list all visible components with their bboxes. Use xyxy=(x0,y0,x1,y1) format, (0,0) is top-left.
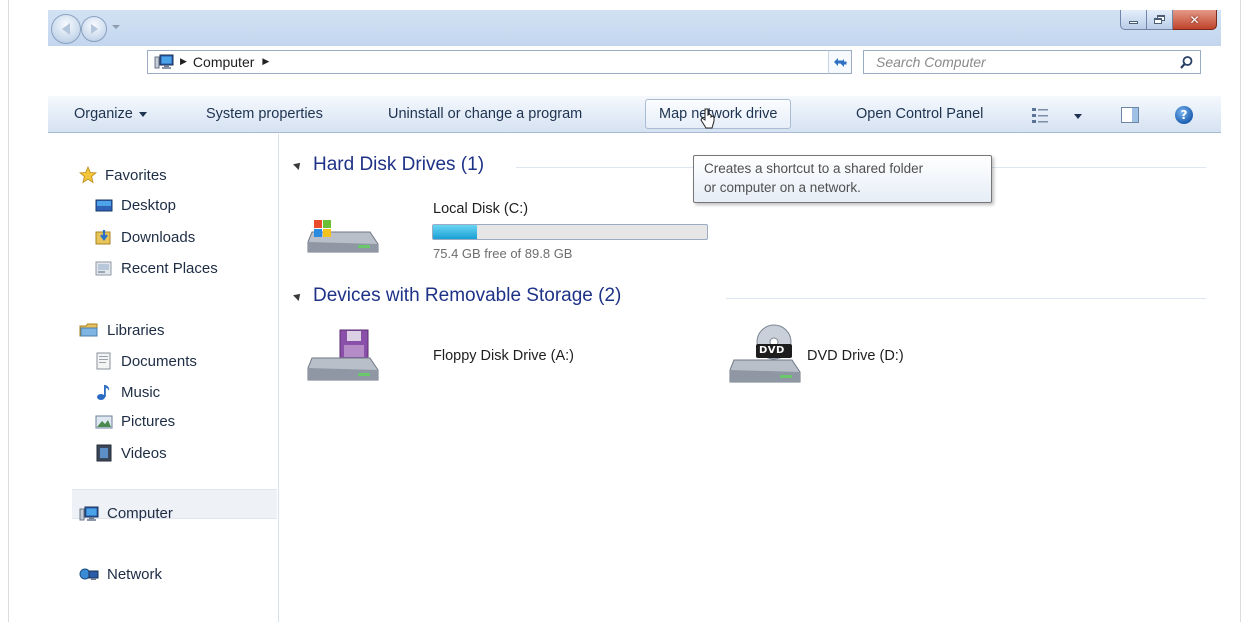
capacity-bar-fill xyxy=(433,225,477,239)
recent-pages-dropdown[interactable] xyxy=(112,25,120,29)
nav-computer[interactable]: Computer xyxy=(79,505,173,522)
map-network-drive-button[interactable]: Map network drive xyxy=(645,99,792,129)
address-bar[interactable]: ▶ Computer ▶ xyxy=(147,50,852,74)
nav-network[interactable]: Network xyxy=(79,566,162,583)
nav-favorites-label: Favorites xyxy=(105,166,167,184)
nav-documents-label: Documents xyxy=(121,352,197,370)
capacity-bar xyxy=(432,224,708,240)
close-icon: ✕ xyxy=(1189,12,1200,27)
maximize-button[interactable] xyxy=(1147,10,1173,30)
mouse-pointer-icon xyxy=(700,108,715,129)
collapse-triangle-icon xyxy=(293,291,303,301)
network-icon xyxy=(79,568,99,580)
nav-videos[interactable]: Videos xyxy=(95,444,167,462)
nav-recent-places-label: Recent Places xyxy=(121,259,218,277)
nav-documents[interactable]: Documents xyxy=(95,352,197,370)
videos-icon xyxy=(96,444,112,462)
nav-music[interactable]: Music xyxy=(95,383,160,401)
organize-label: Organize xyxy=(74,106,133,122)
system-properties-label: System properties xyxy=(206,106,323,122)
nav-desktop-label: Desktop xyxy=(121,197,177,214)
refresh-button[interactable] xyxy=(828,50,852,74)
forward-button[interactable] xyxy=(81,16,107,42)
search-box[interactable]: Search Computer xyxy=(863,50,1201,74)
computer-icon xyxy=(79,506,99,521)
title-bar: ✕ xyxy=(48,10,1221,46)
group-divider xyxy=(726,298,1206,299)
preview-pane-icon[interactable] xyxy=(1121,107,1139,123)
forward-arrow-icon xyxy=(90,24,98,34)
group-header-label: Hard Disk Drives (1) xyxy=(313,154,485,175)
dvd-badge: DVD xyxy=(759,345,785,356)
nav-videos-label: Videos xyxy=(121,444,167,462)
refresh-icon xyxy=(834,58,847,67)
libraries-icon xyxy=(79,323,98,337)
floppy-drive-icon xyxy=(307,329,379,381)
open-control-panel-label: Open Control Panel xyxy=(856,106,984,122)
nav-network-label: Network xyxy=(107,566,163,583)
nav-desktop[interactable]: Desktop xyxy=(95,197,176,214)
nav-favorites[interactable]: Favorites xyxy=(79,166,167,184)
views-dropdown-icon[interactable] xyxy=(1074,114,1082,119)
page-right-border xyxy=(1240,0,1241,622)
uninstall-program-button[interactable]: Uninstall or change a program xyxy=(388,96,582,132)
back-arrow-icon xyxy=(62,23,70,35)
computer-icon xyxy=(154,54,174,69)
navigation-pane: Favorites Desktop Downloads Recent Place… xyxy=(48,134,279,622)
uninstall-program-label: Uninstall or change a program xyxy=(388,106,583,122)
minimize-icon xyxy=(1129,21,1138,24)
search-input[interactable]: Search Computer xyxy=(876,54,986,70)
nav-pictures[interactable]: Pictures xyxy=(95,413,175,430)
nav-downloads-label: Downloads xyxy=(121,228,196,246)
breadcrumb-separator-end[interactable]: ▶ xyxy=(262,57,269,67)
system-properties-button[interactable]: System properties xyxy=(206,96,323,132)
documents-icon xyxy=(96,352,111,370)
nav-music-label: Music xyxy=(121,383,161,401)
page-left-border xyxy=(8,0,9,622)
tooltip-map-network-drive: Creates a shortcut to a shared folder or… xyxy=(693,155,992,203)
close-button[interactable]: ✕ xyxy=(1173,10,1217,30)
music-note-icon xyxy=(97,385,110,400)
restore-icon xyxy=(1153,14,1166,25)
tooltip-line-1: Creates a shortcut to a shared folder xyxy=(704,161,924,176)
group-header-label: Devices with Removable Storage (2) xyxy=(313,285,622,306)
hard-drive-icon xyxy=(307,220,379,253)
nav-downloads[interactable]: Downloads xyxy=(95,228,195,246)
downloads-folder-icon xyxy=(95,230,111,245)
organize-menu[interactable]: Organize xyxy=(74,96,147,132)
breadcrumb-computer[interactable]: Computer xyxy=(193,54,254,70)
content-pane: Hard Disk Drives (1) Local Disk (C:) 75.… xyxy=(280,134,1221,622)
nav-pictures-label: Pictures xyxy=(121,413,176,430)
map-network-drive-label: Map network drive xyxy=(659,106,778,122)
drive-name-floppy[interactable]: Floppy Disk Drive (A:) xyxy=(433,348,574,364)
views-icon[interactable] xyxy=(1031,106,1053,126)
breadcrumb-separator[interactable]: ▶ xyxy=(180,57,187,67)
drive-name-dvd[interactable]: DVD Drive (D:) xyxy=(807,348,904,364)
desktop-icon xyxy=(95,199,113,211)
group-header-hard-disk-drives[interactable]: Hard Disk Drives (1) xyxy=(293,154,485,176)
recent-places-icon xyxy=(95,261,112,276)
tooltip-line-2: or computer on a network. xyxy=(704,180,861,195)
pictures-icon xyxy=(95,415,113,428)
window-controls: ✕ xyxy=(1120,10,1217,30)
nav-libraries-label: Libraries xyxy=(107,321,165,339)
minimize-button[interactable] xyxy=(1120,10,1147,30)
search-icon[interactable] xyxy=(1179,55,1194,70)
nav-recent-places[interactable]: Recent Places xyxy=(95,259,218,277)
explorer-window: ✕ ▶ Computer ▶ Search Computer Organize … xyxy=(48,10,1221,622)
open-control-panel-button[interactable]: Open Control Panel xyxy=(856,96,983,132)
collapse-triangle-icon xyxy=(293,160,303,170)
help-icon[interactable]: ? xyxy=(1175,106,1193,124)
group-header-removable-storage[interactable]: Devices with Removable Storage (2) xyxy=(293,285,622,307)
back-button[interactable] xyxy=(51,14,81,44)
drive-name-local-disk[interactable]: Local Disk (C:) xyxy=(433,201,528,217)
dvd-drive-icon xyxy=(729,324,801,383)
drive-free-space: 75.4 GB free of 89.8 GB xyxy=(433,246,573,261)
nav-computer-label: Computer xyxy=(107,505,173,522)
nav-libraries[interactable]: Libraries xyxy=(79,321,165,339)
star-icon xyxy=(79,166,97,184)
chevron-down-icon xyxy=(138,111,147,117)
